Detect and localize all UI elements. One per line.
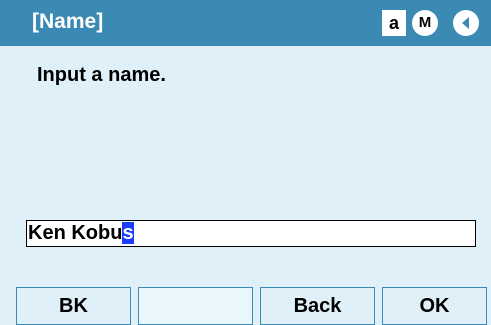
softkey-back[interactable]: Back bbox=[260, 287, 375, 325]
input-mode-indicator: a bbox=[382, 10, 406, 36]
input-text-before-cursor: Ken Kobu bbox=[28, 222, 123, 244]
text-cursor: s bbox=[122, 222, 134, 244]
phone-display: [Name] a M Input a name. Ken Kobus BK Ba… bbox=[0, 0, 491, 325]
title-bar: [Name] a M bbox=[0, 0, 491, 46]
name-input-value: Ken Kobus bbox=[27, 221, 134, 246]
softkey-ok[interactable]: OK bbox=[382, 287, 487, 325]
screen-title: [Name] bbox=[32, 10, 104, 33]
softkey-bk[interactable]: BK bbox=[16, 287, 131, 325]
mode-badge: M bbox=[412, 10, 438, 36]
left-arrow-icon bbox=[453, 10, 479, 36]
softkey-empty[interactable] bbox=[138, 287, 253, 325]
name-input-field[interactable]: Ken Kobus bbox=[26, 220, 476, 247]
instruction-text: Input a name. bbox=[37, 64, 166, 86]
